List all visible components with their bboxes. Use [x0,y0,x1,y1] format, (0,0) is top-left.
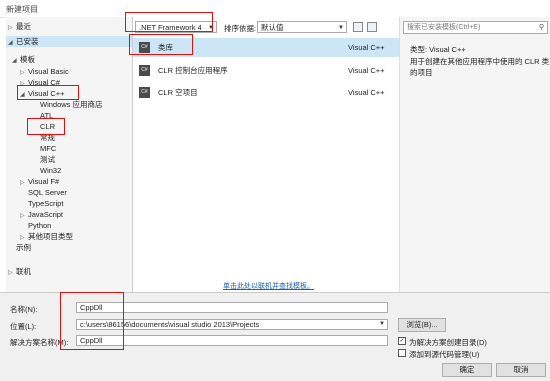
template-list-pane: .NET Framework 4 ▼ 排序依据: 默认值 ▼ C# 类库 Vis… [133,17,399,292]
tree-item-online[interactable]: ▷ 联机 [8,266,31,277]
tree-item-installed[interactable]: ◢ 已安装 [6,36,132,47]
sort-label: 排序依据: [224,24,257,33]
tree-item-javascript[interactable]: ▷ JavaScript [20,209,63,220]
browse-button[interactable]: 浏览(B)... [398,318,446,332]
tree-item-typescript[interactable]: TypeScript [28,198,63,209]
tree-item-windows-store[interactable]: Windows 应用商店 [40,99,103,110]
tree-item-samples[interactable]: 示例 [16,242,31,253]
template-description-line2: 的项目 [410,68,433,77]
title-bar: 新建项目 [0,0,550,18]
template-item-clr-console[interactable]: C# CLR 控制台应用程序 Visual C++ [133,61,399,80]
template-tree: ▷ 最近 ◢ 已安装 ◢ 模板 ▷ Visual Basic ▷ Visual C# ◢ V… [6,17,133,292]
add-source-control-checkbox[interactable] [398,349,406,357]
list-view-icon[interactable] [367,22,377,32]
search-input[interactable]: 搜索已安装模板(Ctrl+E) ⚲ [403,21,548,34]
chevron-down-icon: ▼ [379,321,385,327]
tree-item-mfc[interactable]: MFC [40,143,56,154]
grid-view-icon[interactable] [353,22,363,32]
tree-item-python[interactable]: Python [28,220,51,231]
tree-item-sql-server[interactable]: SQL Server [28,187,67,198]
highlight-clr [27,118,65,135]
tree-item-visual-basic[interactable]: ▷ Visual Basic [20,66,69,77]
chevron-down-icon: ◢ [8,40,13,46]
template-item-clr-empty[interactable]: C# CLR 空项目 Visual C++ [133,83,399,102]
sort-select[interactable]: 默认值 ▼ [257,21,347,33]
console-app-icon: C# [139,65,150,76]
tree-item-templates[interactable]: ◢ 模板 [12,54,35,65]
ok-button[interactable]: 确定 [442,363,492,377]
description-pane: 搜索已安装模板(Ctrl+E) ⚲ 类型: Visual C++ 用于创建在其他… [399,17,550,292]
location-label: 位置(L): [10,322,37,331]
tree-item-other-project-types[interactable]: ▷ 其他项目类型 [20,231,73,242]
name-label: 名称(N): [10,305,38,314]
empty-project-icon: C# [139,87,150,98]
tree-item-test[interactable]: 测试 [40,154,55,165]
chevron-down-icon: ◢ [12,58,17,64]
chevron-right-icon: ▷ [20,213,25,219]
template-description-line1: 用于创建在其他应用程序中使用的 CLR 类 [410,57,550,66]
template-type: 类型: Visual C++ [410,45,466,54]
chevron-right-icon: ▷ [8,270,13,276]
cancel-button[interactable]: 取消 [496,363,546,377]
window-title: 新建项目 [6,5,38,14]
create-directory-label: 为解决方案创建目录(D) [409,338,487,347]
chevron-right-icon: ▷ [20,180,25,186]
highlight-framework [125,12,213,32]
highlight-class-library [129,34,193,55]
chevron-down-icon: ▼ [338,25,344,31]
search-icon: ⚲ [538,24,544,31]
highlight-visual-cpp [17,85,79,100]
tree-item-visual-fsharp[interactable]: ▷ Visual F# [20,176,59,187]
tree-item-win32[interactable]: Win32 [40,165,61,176]
create-directory-checkbox[interactable]: ✓ [398,337,406,345]
chevron-right-icon: ▷ [8,25,13,31]
tree-item-recent[interactable]: ▷ 最近 [8,21,31,32]
add-source-control-label: 添加到源代码管理(U) [409,350,480,359]
online-templates-link[interactable]: 单击此处以联机并查找模板。 [223,281,314,291]
highlight-name-fields [60,292,124,350]
